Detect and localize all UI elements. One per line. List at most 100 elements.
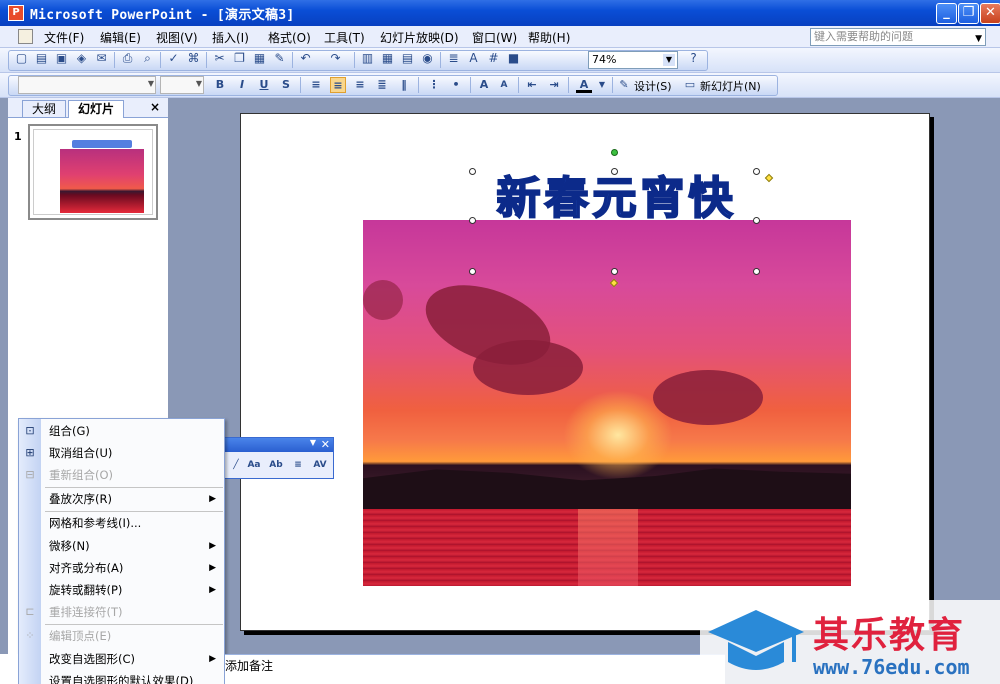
menu-item-ungroup[interactable]: ⊞ 取消组合(U) xyxy=(19,442,224,464)
align-right-icon[interactable]: ≡ xyxy=(352,77,368,93)
resize-handle[interactable] xyxy=(753,268,760,275)
rotation-handle[interactable] xyxy=(611,149,618,156)
menu-tools[interactable]: 工具(T) xyxy=(324,29,365,46)
menu-item-grid-guides[interactable]: 网格和参考线(I)... xyxy=(19,512,224,534)
menu-edit[interactable]: 编辑(E) xyxy=(100,29,141,46)
wordart-title[interactable]: 新春元宵快乐 xyxy=(474,172,759,226)
help-icon[interactable]: ? xyxy=(686,51,701,66)
menu-view[interactable]: 视图(V) xyxy=(156,29,198,46)
spelling-icon[interactable]: ✓ xyxy=(166,51,181,66)
resize-handle[interactable] xyxy=(469,217,476,224)
print-icon[interactable]: ⎙ xyxy=(120,51,135,66)
insert-table-icon[interactable]: ▦ xyxy=(380,51,395,66)
menu-item-regroup[interactable]: ⊟ 重新组合(O) xyxy=(19,464,224,486)
menu-slideshow[interactable]: 幻灯片放映(D) xyxy=(380,29,459,46)
slide-thumbnail[interactable] xyxy=(28,124,158,220)
minimize-button[interactable]: _ xyxy=(936,3,957,24)
sunset-picture[interactable] xyxy=(363,220,851,586)
underline-button[interactable]: U xyxy=(256,77,272,93)
chevron-down-icon[interactable]: ▼ xyxy=(148,79,154,88)
menu-item-reroute-connectors[interactable]: ⊏ 重排连接符(T) xyxy=(19,601,224,623)
menu-help[interactable]: 帮助(H) xyxy=(528,29,570,46)
chevron-down-icon[interactable]: ▼ xyxy=(975,31,982,47)
bold-button[interactable]: B xyxy=(212,77,228,93)
notes-pane[interactable]: 添加备注 xyxy=(225,654,725,684)
close-icon[interactable]: ✕ xyxy=(321,438,330,451)
resize-handle[interactable] xyxy=(753,168,760,175)
font-size-select[interactable]: ▼ xyxy=(160,76,204,94)
wordart-toolbar-header[interactable]: ▼ ✕ xyxy=(223,438,333,452)
new-slide-button[interactable]: 新幻灯片(N) xyxy=(700,78,761,94)
design-icon[interactable]: ✎ xyxy=(616,77,632,93)
slide-canvas[interactable]: 新春元宵快乐 xyxy=(240,113,930,631)
chevron-down-icon[interactable]: ▼ xyxy=(310,438,316,447)
bullets-icon[interactable]: • xyxy=(448,77,464,93)
copy-icon[interactable]: ❐ xyxy=(232,51,247,66)
save-icon[interactable]: ▣ xyxy=(54,51,69,66)
increase-indent-icon[interactable]: ⇥ xyxy=(546,77,562,93)
undo-icon[interactable]: ↶ xyxy=(298,51,313,66)
menu-file[interactable]: 文件(F) xyxy=(44,29,84,46)
help-search-input[interactable]: 键入需要帮助的问题 ▼ xyxy=(810,28,986,46)
show-formatting-icon[interactable]: A xyxy=(466,51,481,66)
resize-handle[interactable] xyxy=(469,168,476,175)
print-preview-icon[interactable]: ⌕ xyxy=(140,51,155,66)
numbering-icon[interactable]: ⋮ xyxy=(426,77,442,93)
research-icon[interactable]: ⌘ xyxy=(186,51,201,66)
menu-window[interactable]: 窗口(W) xyxy=(472,29,517,46)
resize-handle[interactable] xyxy=(611,168,618,175)
format-painter-icon[interactable]: ✎ xyxy=(272,51,287,66)
close-icon[interactable]: × xyxy=(150,100,160,114)
expand-all-icon[interactable]: ≣ xyxy=(446,51,461,66)
wordart-alignment-button[interactable]: ≡ xyxy=(289,456,307,474)
wordart-shape-icon[interactable]: ╱ xyxy=(227,456,245,474)
permission-icon[interactable]: ◈ xyxy=(74,51,89,66)
align-center-icon[interactable]: ≡ xyxy=(330,77,346,93)
email-icon[interactable]: ✉ xyxy=(94,51,109,66)
shadow-button[interactable]: S xyxy=(278,77,294,93)
tab-slides[interactable]: 幻灯片 xyxy=(68,100,124,118)
paste-icon[interactable]: ▦ xyxy=(252,51,267,66)
chevron-down-icon[interactable]: ▼ xyxy=(594,77,610,93)
increase-font-icon[interactable]: A xyxy=(476,77,492,93)
chevron-down-icon[interactable]: ▼ xyxy=(663,54,675,66)
tab-outline[interactable]: 大纲 xyxy=(22,100,66,118)
tables-borders-icon[interactable]: ▤ xyxy=(400,51,415,66)
new-slide-icon[interactable]: ▭ xyxy=(682,77,698,93)
italic-button[interactable]: I xyxy=(234,77,250,93)
menu-format[interactable]: 格式(O) xyxy=(268,29,311,46)
powerpoint-app-icon[interactable]: P xyxy=(8,5,24,21)
decrease-font-icon[interactable]: A xyxy=(496,77,512,93)
menu-item-nudge[interactable]: 微移(N) ▶ xyxy=(19,535,224,557)
font-name-select[interactable]: ▼ xyxy=(18,76,156,94)
hyperlink-icon[interactable]: ◉ xyxy=(420,51,435,66)
redo-icon[interactable]: ↷ xyxy=(328,51,343,66)
adjust-handle[interactable] xyxy=(764,173,774,183)
close-button[interactable]: ✕ xyxy=(980,3,1000,24)
wordart-vertical-text-button[interactable]: Ab xyxy=(267,456,285,474)
chevron-down-icon[interactable]: ▼ xyxy=(196,79,202,88)
menu-item-align-distribute[interactable]: 对齐或分布(A) ▶ xyxy=(19,557,224,579)
font-color-icon[interactable]: A xyxy=(576,77,592,93)
menu-item-edit-points[interactable]: ⁘ 编辑顶点(E) xyxy=(19,625,224,647)
new-icon[interactable]: ▢ xyxy=(14,51,29,66)
resize-handle[interactable] xyxy=(611,268,618,275)
cut-icon[interactable]: ✂ xyxy=(212,51,227,66)
insert-chart-icon[interactable]: ▥ xyxy=(360,51,375,66)
show-grid-icon[interactable]: # xyxy=(486,51,501,66)
resize-handle[interactable] xyxy=(753,217,760,224)
color-grayscale-icon[interactable]: ■ xyxy=(506,51,521,66)
distributed-icon[interactable]: ‖ xyxy=(396,77,412,93)
wordart-same-height-button[interactable]: Aa xyxy=(245,456,263,474)
wordart-spacing-button[interactable]: AV xyxy=(311,456,329,474)
zoom-select[interactable]: 74% ▼ xyxy=(588,51,678,69)
menu-insert[interactable]: 插入(I) xyxy=(212,29,249,46)
open-icon[interactable]: ▤ xyxy=(34,51,49,66)
design-button[interactable]: 设计(S) xyxy=(634,78,672,94)
decrease-indent-icon[interactable]: ⇤ xyxy=(524,77,540,93)
resize-handle[interactable] xyxy=(469,268,476,275)
menu-item-change-shape[interactable]: 改变自选图形(C) ▶ xyxy=(19,648,224,670)
menu-item-order[interactable]: 叠放次序(R) ▶ xyxy=(19,488,224,510)
menu-item-group[interactable]: ⊡ 组合(G) xyxy=(19,420,224,442)
justify-icon[interactable]: ≣ xyxy=(374,77,390,93)
